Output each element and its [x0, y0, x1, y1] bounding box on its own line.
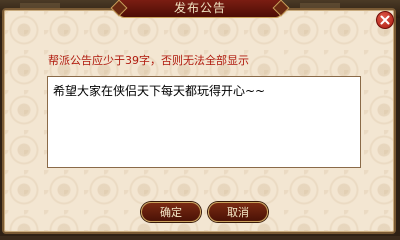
close-icon	[380, 15, 390, 25]
announcement-dialog: 希望大家在侠侣天下每天都玩得开心~~ 帮派公告应少于39字，否则无法全部显示 确…	[2, 8, 396, 234]
cancel-button[interactable]: 取消	[208, 202, 268, 222]
announcement-input[interactable]: 希望大家在侠侣天下每天都玩得开心~~	[47, 76, 361, 168]
dialog-title: 发布公告	[173, 1, 226, 15]
dialog-title-tab: 发布公告	[118, 0, 282, 18]
close-button[interactable]	[376, 11, 394, 29]
game-screen: 希望大家在侠侣天下每天都玩得开心~~ 帮派公告应少于39字，否则无法全部显示 确…	[0, 0, 400, 236]
length-hint: 帮派公告应少于39字，否则无法全部显示	[48, 54, 249, 67]
confirm-button[interactable]: 确定	[141, 202, 201, 222]
